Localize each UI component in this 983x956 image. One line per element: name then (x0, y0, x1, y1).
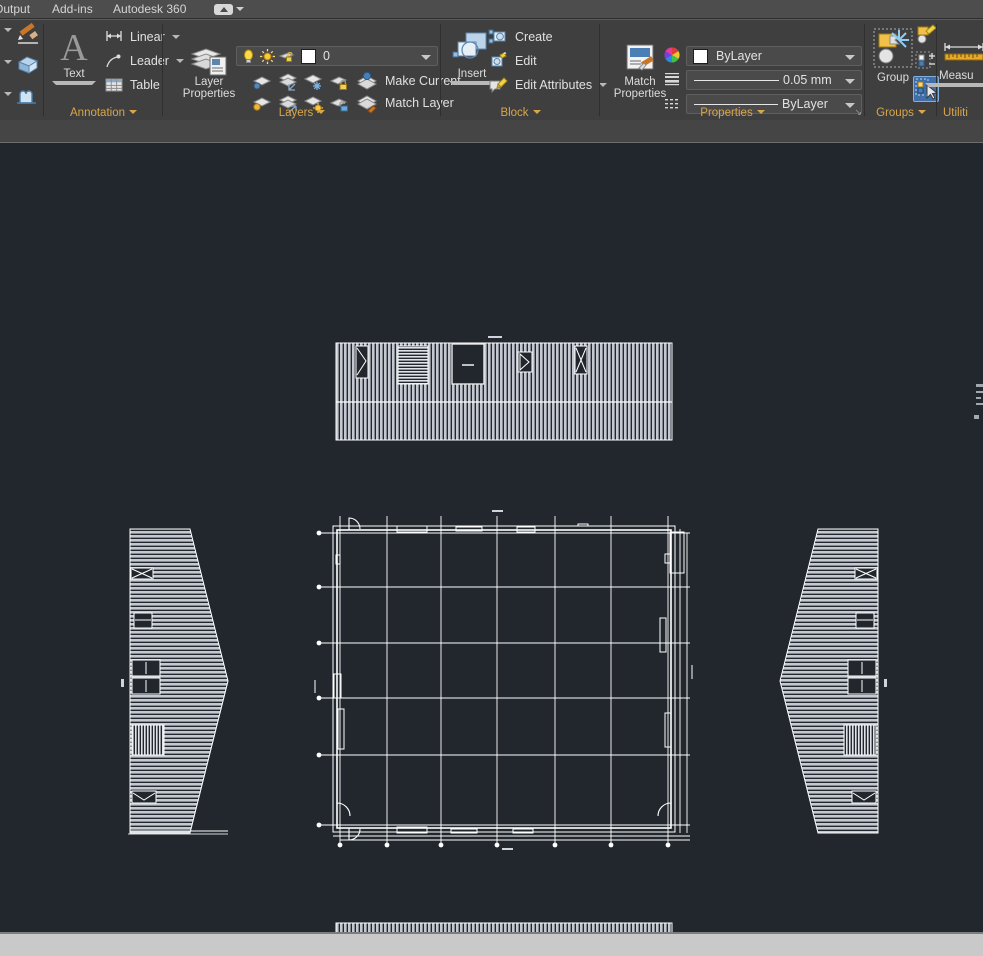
edit-label: Edit (515, 54, 537, 68)
color-value: ByLayer (716, 49, 762, 63)
group-button[interactable]: Group (869, 26, 917, 84)
panel-groups-title[interactable]: Groups (865, 107, 937, 119)
view-right-elevation (779, 528, 887, 834)
overflow-caret-1[interactable] (4, 28, 12, 32)
group-edit-icon[interactable] (915, 24, 937, 46)
status-bar[interactable] (0, 932, 983, 956)
chevron-down-icon (236, 7, 244, 11)
chevron-down-icon[interactable] (845, 55, 855, 60)
linear-dimension-icon (106, 31, 122, 41)
ungroup-icon[interactable] (915, 50, 937, 72)
drawing-canvas[interactable] (0, 143, 983, 932)
panel-annotation-title[interactable]: Annotation (44, 107, 163, 119)
panel-block-title[interactable]: Block (441, 107, 600, 119)
layer-freeze-icon[interactable] (303, 72, 325, 92)
tab-output[interactable]: Output (0, 0, 30, 19)
layer-properties-label-2: Properties (182, 88, 236, 100)
color-control-combo[interactable]: ByLayer (686, 46, 862, 66)
color-swatch (693, 48, 708, 64)
panel-properties: Match Properties ByLayer 0.05 mm ByLayer… (600, 20, 865, 121)
svg-text:A: A (60, 28, 88, 68)
layer-properties-icon (190, 48, 227, 76)
table-label: Table (130, 78, 160, 92)
measure-button[interactable]: Measu (925, 40, 983, 87)
tab-autodesk-360[interactable]: Autodesk 360 (113, 0, 186, 19)
overflow-caret-2[interactable] (4, 60, 12, 64)
edit-block-icon (491, 52, 507, 67)
edit-attributes-icon (489, 77, 508, 94)
layer-isolate-icon[interactable] (251, 72, 273, 92)
ribbon: A Text Linear Leader Table Annotation La… (0, 19, 983, 120)
chevron-down-icon[interactable] (925, 83, 983, 87)
account-button[interactable] (214, 2, 244, 17)
properties-dialog-launcher[interactable]: ↘ (854, 107, 862, 118)
lightbulb-on-icon (244, 49, 253, 63)
chevron-down-icon[interactable] (52, 81, 96, 85)
leader-icon (106, 54, 121, 68)
panel-utilities: Measu Utiliti (925, 20, 983, 121)
lineweight-preview-line (694, 79, 779, 81)
layer-properties-button[interactable]: Layer Properties (173, 44, 245, 100)
color-wheel-icon[interactable] (663, 46, 681, 64)
layer-color-swatch (301, 48, 316, 64)
panel-block: Insert Create Edit Edit Attributes Block (441, 20, 608, 121)
edit-block-button[interactable]: Edit (487, 50, 537, 72)
group-button-label: Group (877, 72, 909, 84)
overflow-caret-3[interactable] (4, 92, 12, 96)
panel-annotation: A Text Linear Leader Table Annotation (44, 20, 184, 121)
ribbon-bottom-strip (0, 120, 983, 143)
view-left-elevation (121, 528, 229, 835)
text-button[interactable]: A Text (52, 28, 96, 85)
table-button[interactable]: Table (104, 74, 160, 96)
canvas-edge-element (974, 384, 983, 419)
lineweight-value: 0.05 mm (783, 73, 832, 87)
create-label: Create (515, 30, 553, 44)
tab-add-ins[interactable]: Add-ins (52, 0, 93, 19)
linetype-preview-line (694, 103, 778, 105)
text-button-label: Text (63, 68, 85, 80)
revision-cloud-icon[interactable] (14, 84, 42, 110)
make-current-icon (356, 71, 378, 90)
create-block-button[interactable]: Create (487, 26, 553, 48)
view-top-elevation (335, 336, 673, 441)
edit-attributes-button[interactable]: Edit Attributes (487, 74, 608, 96)
measure-ruler-icon (944, 43, 983, 61)
table-icon (105, 78, 123, 92)
multileader-icon[interactable] (14, 22, 42, 48)
panel-layers: Layer Properties 0 Make Current Match La… (163, 20, 461, 121)
panel-groups: Group Groups (865, 20, 939, 121)
group-icon (873, 28, 913, 68)
unlock-icon (278, 51, 295, 62)
layer-control-combo[interactable]: 0 (236, 46, 438, 66)
3d-solid-icon[interactable] (14, 53, 42, 77)
match-properties-icon (626, 44, 654, 71)
layer-name-value: 0 (323, 49, 330, 63)
chevron-down-icon[interactable] (421, 55, 431, 60)
view-floor-plan (314, 510, 693, 850)
sun-thaw-icon (260, 48, 275, 64)
text-a-icon: A (60, 28, 88, 68)
panel-properties-title[interactable]: Properties (600, 107, 865, 119)
layer-off-icon[interactable] (277, 72, 299, 92)
linear-label: Linear (130, 30, 165, 44)
edit-attributes-label: Edit Attributes (515, 78, 593, 92)
panel-utilities-title[interactable]: Utiliti (937, 107, 983, 119)
lineweight-control-combo[interactable]: 0.05 mm (686, 70, 862, 90)
ribbon-tab-bar: Output Add-ins Autodesk 360 (0, 0, 983, 19)
layer-properties-label-1: Layer (194, 76, 224, 88)
view-bottom-elevation (335, 922, 673, 932)
layer-lock-icon[interactable] (329, 72, 351, 92)
ribbon-overflow-panel (0, 20, 44, 121)
chevron-down-icon[interactable] (845, 79, 855, 84)
cloud-upload-icon (214, 4, 233, 15)
create-block-icon (488, 29, 506, 44)
lineweight-icon[interactable] (663, 70, 681, 88)
panel-layers-title[interactable]: Layers (163, 107, 441, 119)
measure-label: Measu (939, 70, 974, 82)
cad-drawing (121, 336, 983, 932)
